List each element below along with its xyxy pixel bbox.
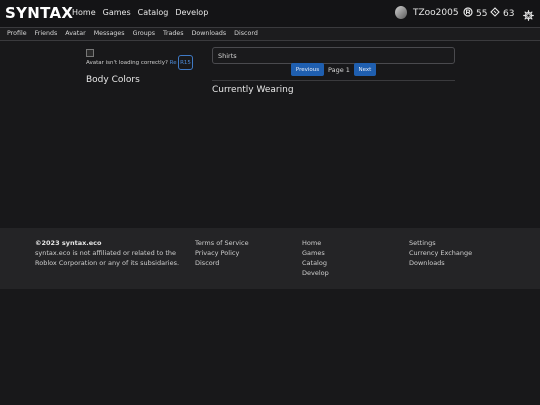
footer-link-downloads[interactable]: Downloads [409,258,472,268]
body-colors-heading: Body Colors [86,75,140,85]
robux-amount: 55 [476,8,488,19]
redraw-link[interactable]: Re [170,60,177,66]
top-navbar: SYNTAX Home Games Catalog Develop TZoo20… [0,0,540,27]
user-menu[interactable]: TZoo2005 [395,6,459,19]
nav-home[interactable]: Home [72,8,96,17]
next-button[interactable]: Next [353,63,376,76]
nav-develop[interactable]: Develop [175,8,208,17]
footer-link-currency-exchange[interactable]: Currency Exchange [409,248,472,258]
robux-icon [463,7,473,20]
pagination: Previous Page 1 Next [291,63,376,76]
footer-copyright: ©2023 syntax.eco syntax.eco is not affil… [35,238,195,268]
currently-wearing-heading: Currently Wearing [212,85,294,95]
category-select[interactable]: Shirts [212,47,455,64]
divider [212,80,455,81]
avatar-image [86,49,94,57]
copyright-text: ©2023 syntax.eco [35,239,102,247]
footer-link-privacy[interactable]: Privacy Policy [195,248,249,258]
footer: ©2023 syntax.eco syntax.eco is not affil… [0,228,540,289]
subnav-messages[interactable]: Messages [94,30,125,37]
avatar[interactable] [395,6,407,19]
subnav-groups[interactable]: Groups [133,30,155,37]
disclaimer-text: syntax.eco is not affiliated or related … [35,249,180,267]
footer-links-site: Home Games Catalog Develop [302,238,329,278]
subnav-friends[interactable]: Friends [35,30,58,37]
footer-links-account: Settings Currency Exchange Downloads [409,238,472,268]
footer-link-home[interactable]: Home [302,238,329,248]
gear-icon[interactable] [523,6,534,25]
username[interactable]: TZoo2005 [413,8,459,18]
footer-link-catalog[interactable]: Catalog [302,258,329,268]
sub-navbar: Profile Friends Avatar Messages Groups T… [0,27,540,41]
subnav-discord[interactable]: Discord [234,30,258,37]
previous-button[interactable]: Previous [291,63,324,76]
subnav-profile[interactable]: Profile [7,30,27,37]
nav-catalog[interactable]: Catalog [138,8,169,17]
sub-nav: Profile Friends Avatar Messages Groups T… [7,30,266,37]
footer-link-games[interactable]: Games [302,248,329,258]
avatar-hint-text: Avatar isn't loading correctly? [86,60,168,66]
footer-link-discord[interactable]: Discord [195,258,249,268]
r15-toggle-button[interactable]: R15 [178,55,193,70]
tix-balance[interactable]: 63 [490,7,514,20]
page-indicator: Page 1 [328,65,350,74]
footer-link-terms[interactable]: Terms of Service [195,238,249,248]
main-nav: Home Games Catalog Develop [72,8,215,17]
subnav-trades[interactable]: Trades [163,30,184,37]
tix-icon [490,7,500,20]
avatar-loading-hint: Avatar isn't loading correctly? Re [86,60,177,66]
footer-link-develop[interactable]: Develop [302,268,329,278]
footer-links-legal: Terms of Service Privacy Policy Discord [195,238,249,268]
robux-balance[interactable]: 55 [463,7,487,20]
tix-amount: 63 [503,8,515,19]
subnav-downloads[interactable]: Downloads [192,30,227,37]
nav-games[interactable]: Games [103,8,131,17]
subnav-avatar[interactable]: Avatar [65,30,85,37]
footer-link-settings[interactable]: Settings [409,238,472,248]
site-logo[interactable]: SYNTAX [5,4,73,22]
